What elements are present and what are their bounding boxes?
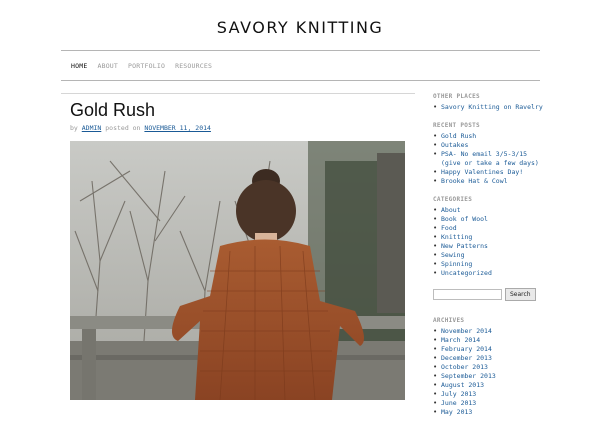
category-link[interactable]: Book of Wool <box>441 215 488 223</box>
archive-link[interactable]: May 2013 <box>441 408 472 416</box>
list-item: PSA- No email 3/5-3/15 (give or take a f… <box>433 150 543 168</box>
widget-archives: ARCHIVES November 2014 March 2014 Februa… <box>433 317 543 417</box>
recent-post-link[interactable]: Outakes <box>441 141 468 149</box>
post-title[interactable]: Gold Rush <box>70 100 155 121</box>
by-label: by <box>70 124 78 132</box>
widget-other-places: OTHER PLACES Savory Knitting on Ravelry <box>433 93 543 112</box>
archive-link[interactable]: June 2013 <box>441 399 476 407</box>
archive-link[interactable]: November 2014 <box>441 327 492 335</box>
list-item: Happy Valentines Day! <box>433 168 543 177</box>
header-divider-top <box>61 50 540 51</box>
sidebar-link-ravelry[interactable]: Savory Knitting on Ravelry <box>441 103 543 111</box>
list-item: Spinning <box>433 260 543 269</box>
widget-categories: CATEGORIES About Book of Wool Food Knitt… <box>433 196 543 278</box>
list-item: Savory Knitting on Ravelry <box>433 103 543 112</box>
search-button[interactable]: Search <box>505 288 536 301</box>
archive-link[interactable]: March 2014 <box>441 336 480 344</box>
site-title[interactable]: SAVORY KNITTING <box>0 18 600 37</box>
post-date-link[interactable]: NOVEMBER 11, 2014 <box>144 124 211 132</box>
list-item: December 2013 <box>433 354 543 363</box>
list-item: Gold Rush <box>433 132 543 141</box>
archive-link[interactable]: December 2013 <box>441 354 492 362</box>
list-item: Knitting <box>433 233 543 242</box>
category-link[interactable]: Food <box>441 224 457 232</box>
widget-heading: CATEGORIES <box>433 196 473 203</box>
content-divider <box>61 93 415 94</box>
search-form: Search <box>433 288 543 301</box>
archive-link[interactable]: February 2014 <box>441 345 492 353</box>
list-item: November 2014 <box>433 327 543 336</box>
list-item: July 2013 <box>433 390 543 399</box>
archive-link[interactable]: September 2013 <box>441 372 496 380</box>
list-item: Uncategorized <box>433 269 543 278</box>
list-item: Food <box>433 224 543 233</box>
list-item: February 2014 <box>433 345 543 354</box>
widget-heading: OTHER PLACES <box>433 93 480 100</box>
list-item: About <box>433 206 543 215</box>
search-input[interactable] <box>433 289 502 300</box>
list-item: August 2013 <box>433 381 543 390</box>
category-link[interactable]: About <box>441 206 461 214</box>
sidebar: OTHER PLACES Savory Knitting on Ravelry … <box>433 93 543 427</box>
widget-recent-posts: RECENT POSTS Gold Rush Outakes PSA- No e… <box>433 122 543 186</box>
list-item: New Patterns <box>433 242 543 251</box>
category-link[interactable]: Knitting <box>441 233 472 241</box>
archive-link[interactable]: July 2013 <box>441 390 476 398</box>
category-link[interactable]: New Patterns <box>441 242 488 250</box>
post-photo <box>70 141 405 400</box>
recent-post-link[interactable]: Happy Valentines Day! <box>441 168 523 176</box>
list-item: May 2013 <box>433 408 543 417</box>
recent-post-link[interactable]: Gold Rush <box>441 132 476 140</box>
category-link[interactable]: Spinning <box>441 260 472 268</box>
post-meta: by ADMIN posted on NOVEMBER 11, 2014 <box>70 124 211 132</box>
author-link[interactable]: ADMIN <box>82 124 102 132</box>
list-item: March 2014 <box>433 336 543 345</box>
recent-post-link[interactable]: PSA- No email 3/5-3/15 (give or take a f… <box>441 150 539 167</box>
widget-heading: RECENT POSTS <box>433 122 480 129</box>
list-item: Outakes <box>433 141 543 150</box>
nav-home[interactable]: HOME <box>71 62 87 70</box>
list-item: Brooke Hat & Cowl <box>433 177 543 186</box>
nav-resources[interactable]: RESOURCES <box>175 62 212 70</box>
list-item: Book of Wool <box>433 215 543 224</box>
list-item: October 2013 <box>433 363 543 372</box>
header-divider-bottom <box>61 80 540 81</box>
list-item: Sewing <box>433 251 543 260</box>
main-nav: HOME ABOUT PORTFOLIO RESOURCES <box>71 62 212 70</box>
posted-on-label: posted on <box>105 124 141 132</box>
archive-link[interactable]: October 2013 <box>441 363 488 371</box>
widget-heading: ARCHIVES <box>433 317 465 324</box>
nav-about[interactable]: ABOUT <box>97 62 118 70</box>
list-item: June 2013 <box>433 399 543 408</box>
category-link[interactable]: Sewing <box>441 251 464 259</box>
archive-link[interactable]: August 2013 <box>441 381 484 389</box>
list-item: September 2013 <box>433 372 543 381</box>
nav-portfolio[interactable]: PORTFOLIO <box>128 62 165 70</box>
recent-post-link[interactable]: Brooke Hat & Cowl <box>441 177 508 185</box>
category-link[interactable]: Uncategorized <box>441 269 492 277</box>
